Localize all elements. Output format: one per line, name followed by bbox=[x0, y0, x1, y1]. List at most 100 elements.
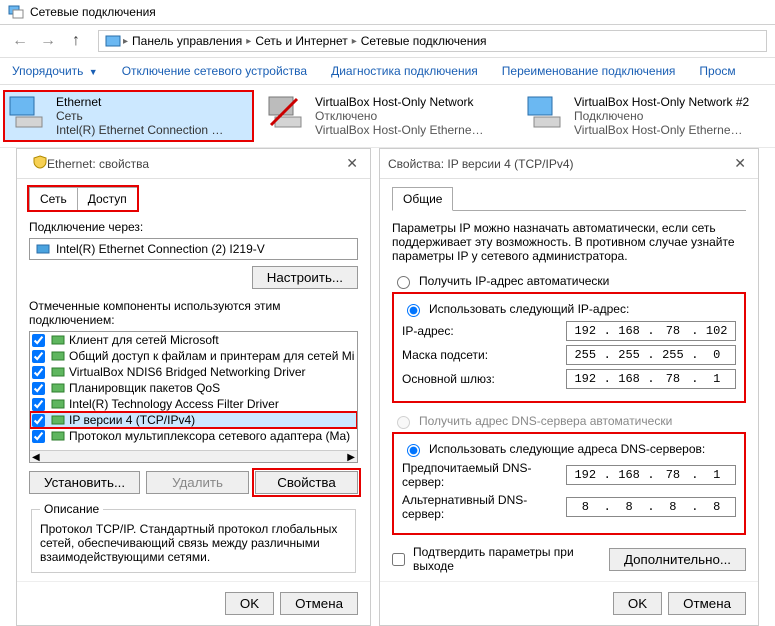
component-checkbox[interactable] bbox=[32, 366, 45, 379]
component-row[interactable]: IP версии 4 (TCP/IPv4) bbox=[30, 412, 357, 428]
subnet-mask-label: Маска подсети: bbox=[402, 348, 566, 362]
network-adapter-icon bbox=[267, 95, 307, 131]
adapter-status: Отключено bbox=[315, 109, 485, 123]
configure-button[interactable]: Настроить... bbox=[252, 266, 358, 289]
component-icon bbox=[51, 397, 65, 411]
component-label: Планировщик пакетов QoS bbox=[69, 381, 220, 395]
component-label: Протокол мультиплексора сетевого адаптер… bbox=[69, 429, 350, 443]
crumb-mid[interactable]: Сеть и Интернет bbox=[255, 34, 347, 48]
tab-network[interactable]: Сеть bbox=[29, 187, 78, 211]
subnet-mask-input[interactable]: 255.255.255.0 bbox=[566, 345, 736, 365]
component-row[interactable]: Планировщик пакетов QoS bbox=[30, 380, 357, 396]
horizontal-scrollbar[interactable]: ◀▶ bbox=[30, 450, 357, 463]
component-label: Клиент для сетей Microsoft bbox=[69, 333, 219, 347]
rename-link[interactable]: Переименование подключения bbox=[502, 64, 676, 78]
properties-button[interactable]: Свойства bbox=[255, 471, 358, 494]
component-label: Intel(R) Technology Access Filter Driver bbox=[69, 397, 279, 411]
ipv4-properties-dialog: Свойства: IP версии 4 (TCP/IPv4) ✕ Общие… bbox=[379, 148, 759, 626]
ip-address-label: IP-адрес: bbox=[402, 324, 566, 338]
adapter-vbox1[interactable]: VirtualBox Host-Only Network Отключено V… bbox=[263, 91, 512, 141]
component-icon bbox=[51, 349, 65, 363]
component-row[interactable]: Общий доступ к файлам и принтерам для се… bbox=[30, 348, 357, 364]
dns2-input[interactable]: 8.8.8.8 bbox=[566, 497, 736, 517]
component-checkbox[interactable] bbox=[32, 414, 45, 427]
adapter-name: VirtualBox Host-Only Network bbox=[315, 95, 485, 109]
gateway-input[interactable]: 192.168.78.1 bbox=[566, 369, 736, 389]
gateway-label: Основной шлюз: bbox=[402, 372, 566, 386]
network-connections-icon bbox=[8, 4, 24, 20]
component-row[interactable]: VirtualBox NDIS6 Bridged Networking Driv… bbox=[30, 364, 357, 380]
crumb-leaf[interactable]: Сетевые подключения bbox=[361, 34, 487, 48]
confirm-on-exit-checkbox[interactable] bbox=[392, 553, 405, 566]
nav-back-button[interactable]: ← bbox=[8, 29, 32, 53]
description-text: Протокол TCP/IP. Стандартный протокол гл… bbox=[40, 522, 347, 564]
adapter-detail: VirtualBox Host-Only Ethernet Ad... bbox=[574, 123, 744, 137]
disable-device-link[interactable]: Отключение сетевого устройства bbox=[122, 64, 307, 78]
manual-dns-radio[interactable]: Использовать следующие адреса DNS-сервер… bbox=[402, 441, 736, 457]
component-label: VirtualBox NDIS6 Bridged Networking Driv… bbox=[69, 365, 306, 379]
dialog-title: Свойства: IP версии 4 (TCP/IPv4) bbox=[388, 157, 574, 171]
intro-text: Параметры IP можно назначать автоматичес… bbox=[392, 221, 746, 263]
tab-general[interactable]: Общие bbox=[392, 187, 453, 211]
component-checkbox[interactable] bbox=[32, 382, 45, 395]
ethernet-properties-dialog: Ethernet: свойства ✕ Сеть Доступ Подключ… bbox=[16, 148, 371, 626]
auto-ip-radio[interactable]: Получить IP-адрес автоматически bbox=[392, 273, 746, 289]
uninstall-button[interactable]: Удалить bbox=[146, 471, 249, 494]
cancel-button[interactable]: Отмена bbox=[668, 592, 746, 615]
window-title: Сетевые подключения bbox=[30, 5, 156, 19]
component-checkbox[interactable] bbox=[32, 430, 45, 443]
component-icon bbox=[51, 365, 65, 379]
dns1-input[interactable]: 192.168.78.1 bbox=[566, 465, 736, 485]
cancel-button[interactable]: Отмена bbox=[280, 592, 358, 615]
description-title: Описание bbox=[40, 502, 103, 516]
network-adapter-icon bbox=[526, 95, 566, 131]
component-checkbox[interactable] bbox=[32, 350, 45, 363]
dns1-label: Предпочитаемый DNS-сервер: bbox=[402, 461, 566, 489]
adapter-detail: VirtualBox Host-Only Ethernet Ad... bbox=[315, 123, 485, 137]
components-list[interactable]: Клиент для сетей Microsoft Общий доступ к… bbox=[29, 331, 358, 463]
dns2-label: Альтернативный DNS-сервер: bbox=[402, 493, 566, 521]
ok-button[interactable]: OK bbox=[225, 592, 274, 615]
components-label: Отмеченные компоненты используются этим … bbox=[29, 299, 358, 327]
adapter-name-field[interactable]: Intel(R) Ethernet Connection (2) I219-V bbox=[29, 238, 358, 260]
confirm-on-exit-label: Подтвердить параметры при выходе bbox=[413, 545, 597, 573]
adapter-ethernet[interactable]: Ethernet Сеть Intel(R) Ethernet Connecti… bbox=[4, 91, 253, 141]
tab-access[interactable]: Доступ bbox=[77, 187, 138, 211]
component-icon bbox=[51, 333, 65, 347]
shield-icon bbox=[33, 155, 47, 169]
close-button[interactable]: ✕ bbox=[730, 155, 750, 172]
nic-icon bbox=[36, 242, 50, 256]
dialog-title: Ethernet: свойства bbox=[47, 157, 149, 171]
view-link[interactable]: Просм bbox=[699, 64, 735, 78]
nav-up-button[interactable]: ↑ bbox=[64, 29, 88, 53]
component-checkbox[interactable] bbox=[32, 334, 45, 347]
ip-address-input[interactable]: 192.168.78.102 bbox=[566, 321, 736, 341]
auto-dns-radio[interactable]: Получить адрес DNS-сервера автоматически bbox=[392, 413, 746, 429]
ok-button[interactable]: OK bbox=[613, 592, 662, 615]
adapter-detail: Intel(R) Ethernet Connection (2) I... bbox=[56, 123, 226, 137]
manual-dns-group: Использовать следующие адреса DNS-сервер… bbox=[392, 432, 746, 535]
component-icon bbox=[51, 413, 65, 427]
network-adapter-icon bbox=[8, 95, 48, 131]
manual-ip-radio[interactable]: Использовать следующий IP-адрес: bbox=[402, 301, 736, 317]
adapter-name: Ethernet bbox=[56, 95, 226, 109]
adapter-name: VirtualBox Host-Only Network #2 bbox=[574, 95, 749, 109]
component-row[interactable]: Intel(R) Technology Access Filter Driver bbox=[30, 396, 357, 412]
component-checkbox[interactable] bbox=[32, 398, 45, 411]
manual-ip-group: Использовать следующий IP-адрес: IP-адре… bbox=[392, 292, 746, 403]
component-row[interactable]: Клиент для сетей Microsoft bbox=[30, 332, 357, 348]
diagnose-link[interactable]: Диагностика подключения bbox=[331, 64, 478, 78]
component-label: Общий доступ к файлам и принтерам для се… bbox=[69, 349, 354, 363]
adapter-list: Ethernet Сеть Intel(R) Ethernet Connecti… bbox=[0, 85, 775, 148]
crumb-root[interactable]: Панель управления bbox=[132, 34, 242, 48]
install-button[interactable]: Установить... bbox=[29, 471, 140, 494]
nav-forward-button[interactable]: → bbox=[36, 29, 60, 53]
organize-menu[interactable]: Упорядочить ▼ bbox=[12, 64, 98, 78]
control-panel-icon bbox=[105, 33, 121, 49]
adapter-vbox2[interactable]: VirtualBox Host-Only Network #2 Подключе… bbox=[522, 91, 771, 141]
close-button[interactable]: ✕ bbox=[342, 155, 362, 172]
component-row[interactable]: Протокол мультиплексора сетевого адаптер… bbox=[30, 428, 357, 444]
advanced-button[interactable]: Дополнительно... bbox=[609, 548, 746, 571]
component-icon bbox=[51, 429, 65, 443]
breadcrumb[interactable]: ▸ Панель управления ▸ Сеть и Интернет ▸ … bbox=[98, 30, 767, 52]
